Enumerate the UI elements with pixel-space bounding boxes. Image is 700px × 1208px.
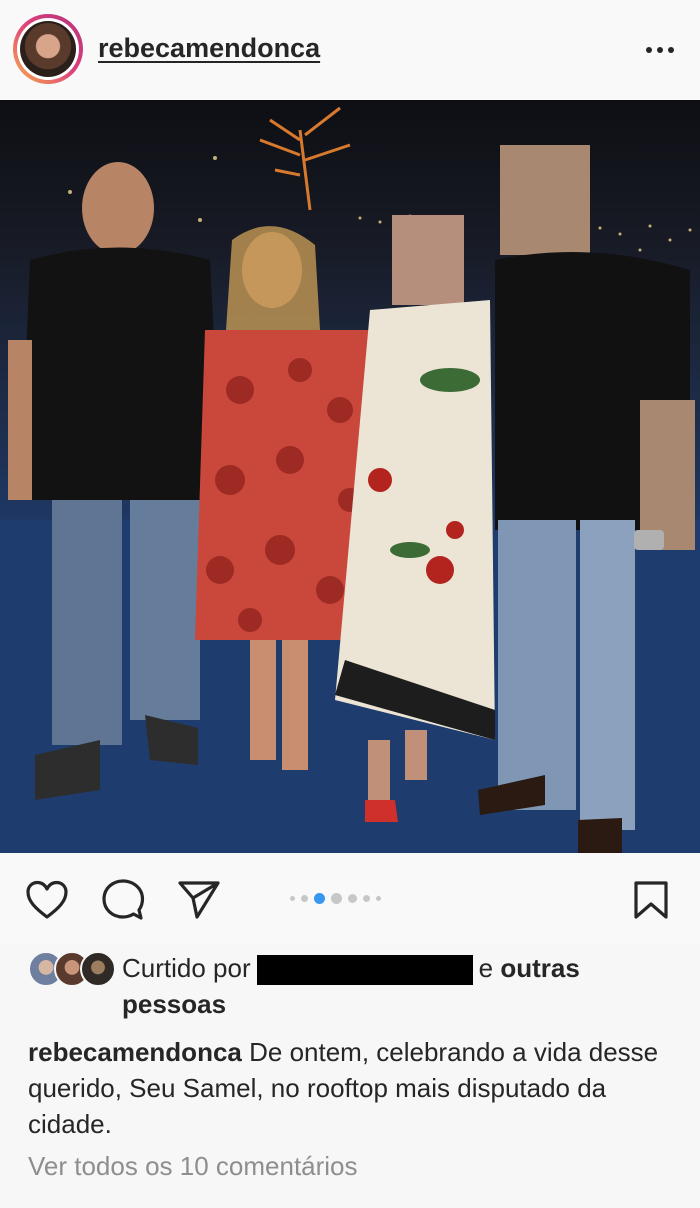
- carousel-dot: [376, 895, 381, 901]
- carousel-dot-active: [314, 892, 325, 904]
- post-header: rebecamendonca: [0, 0, 700, 100]
- carousel-dot: [331, 892, 342, 904]
- carousel-indicator: [290, 890, 381, 906]
- avatar-image: [20, 21, 76, 77]
- likes-suffix: e: [478, 953, 494, 983]
- more-options-icon[interactable]: [640, 30, 680, 70]
- redacted-name: [256, 955, 473, 986]
- caption-username[interactable]: rebecamendonca: [28, 1037, 242, 1067]
- likes-text[interactable]: Curtido por e outras pessoas: [122, 950, 682, 1022]
- profile-avatar[interactable]: [13, 14, 83, 84]
- likes-prefix: Curtido por: [122, 953, 251, 983]
- bookmark-icon[interactable]: [628, 877, 674, 923]
- liker-avatars[interactable]: [28, 951, 118, 987]
- post-photo[interactable]: [0, 100, 700, 853]
- post-username[interactable]: rebecamendonca: [98, 33, 320, 64]
- heart-icon[interactable]: [24, 877, 70, 923]
- carousel-dot: [363, 894, 370, 902]
- paper-plane-icon[interactable]: [176, 877, 222, 923]
- view-all-comments-link[interactable]: Ver todos os 10 comentários: [28, 1151, 358, 1182]
- comment-bubble-icon[interactable]: [100, 877, 146, 923]
- carousel-dot: [348, 893, 357, 903]
- post-caption: rebecamendonca De ontem, celebrando a vi…: [28, 1034, 678, 1142]
- photo-illustration: [0, 106, 700, 853]
- liker-avatar: [80, 951, 116, 987]
- carousel-dot: [290, 895, 295, 901]
- likes-row: Curtido por e outras pessoas: [28, 946, 688, 1026]
- carousel-dot: [301, 894, 308, 902]
